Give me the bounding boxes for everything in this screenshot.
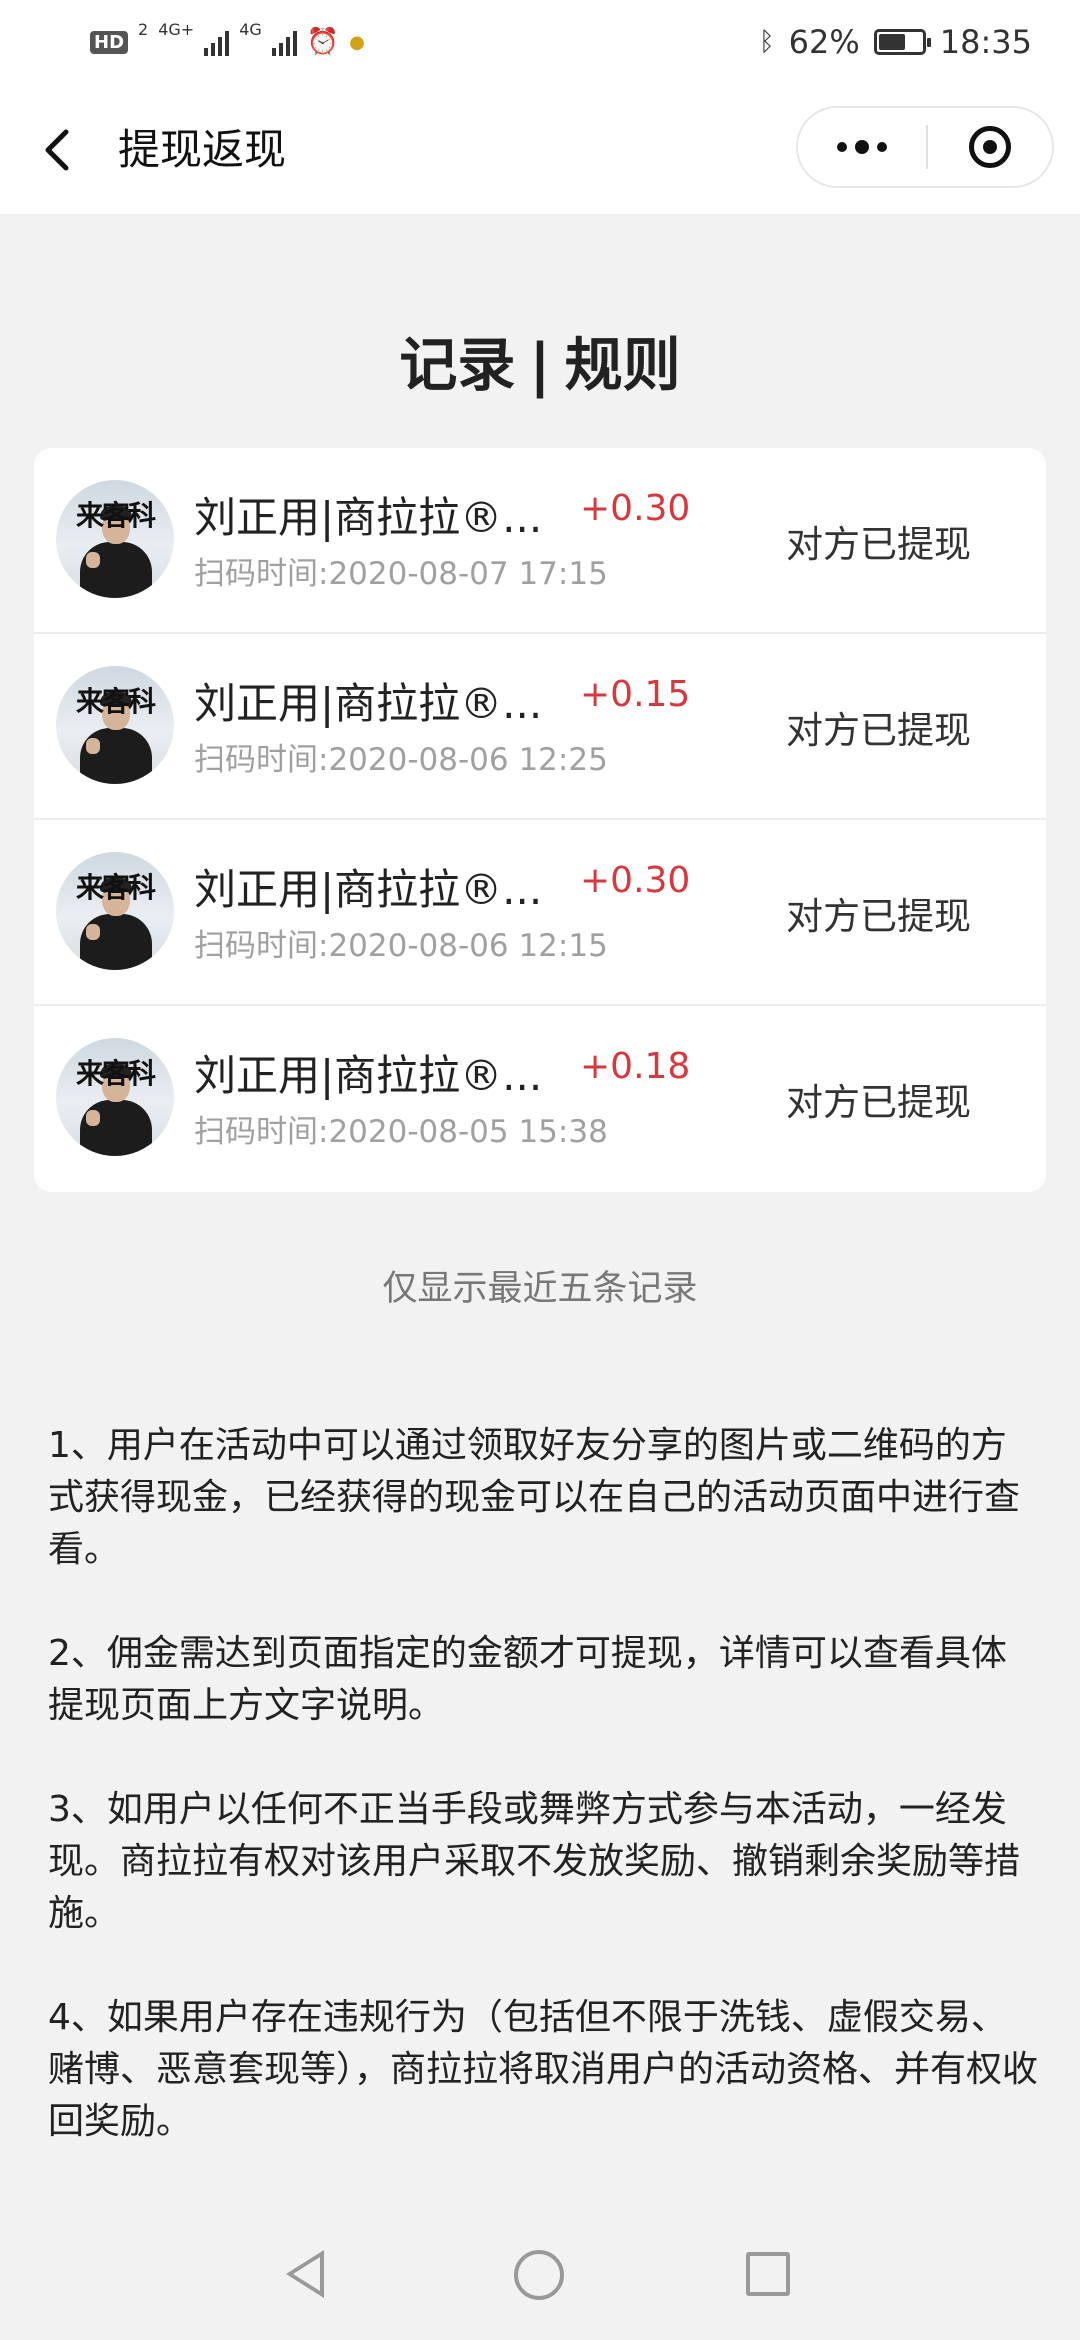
more-dot-center [855, 140, 869, 154]
status-bar: HD 2 4G+ 4G ⏰ ● ᛒ 62% 18:35 [0, 0, 1080, 86]
tab-rules[interactable]: 规则 [565, 331, 681, 399]
record-row[interactable]: 来客科 刘正用|商拉拉®... +0.15 扫码时间:2020-08-06 12… [34, 634, 1046, 820]
record-name: 刘正用|商拉拉®... [194, 493, 543, 542]
rule-item: 1、用户在活动中可以通过领取好友分享的图片或二维码的方式获得现金，已经获得的现金… [48, 1425, 1021, 1570]
record-row[interactable]: 来客科 刘正用|商拉拉®... +0.18 扫码时间:2020-08-05 15… [34, 1006, 1046, 1192]
system-nav-bar [0, 2200, 1080, 2340]
avatar-hand [86, 738, 100, 754]
record-amount: +0.30 [580, 860, 691, 901]
record-name: 刘正用|商拉拉®... [194, 1051, 543, 1100]
record-amount: +0.30 [580, 488, 691, 529]
nav-back-triangle-icon[interactable] [286, 2250, 324, 2298]
avatar-hand [86, 552, 100, 568]
record-row[interactable]: 来客科 刘正用|商拉拉®... +0.30 扫码时间:2020-08-06 12… [34, 820, 1046, 1006]
record-scan-time: 扫码时间:2020-08-06 12:15 [194, 928, 608, 964]
hd-badge: HD [90, 30, 129, 54]
avatar: 来客科 [56, 666, 174, 784]
rules-section: 1、用户在活动中可以通过领取好友分享的图片或二维码的方式获得现金，已经获得的现金… [48, 1420, 1038, 2200]
tab-bar: 记录 | 规则 [0, 318, 1080, 402]
avatar: 来客科 [56, 480, 174, 598]
rule-item: 2、佣金需达到页面指定的金额才可提现，详情可以查看具体提现页面上方文字说明。 [48, 1633, 1007, 1726]
network-1-label: 4G+ [158, 20, 195, 39]
status-left: HD 2 4G+ 4G ⏰ ● [90, 22, 365, 62]
tab-records[interactable]: 记录 [399, 331, 515, 399]
nav-header: 提现返现 [0, 86, 1080, 214]
more-dot-right [877, 142, 887, 152]
notification-app-icon: ● [349, 31, 365, 53]
record-name: 刘正用|商拉拉®... [194, 865, 543, 914]
tab-separator: | [529, 331, 551, 399]
signal-1-icon [204, 28, 230, 56]
network-2-label: 4G [239, 20, 262, 39]
record-status: 对方已提现 [786, 523, 971, 566]
record-row[interactable]: 来客科 刘正用|商拉拉®... +0.30 扫码时间:2020-08-07 17… [34, 448, 1046, 634]
alarm-icon: ⏰ [306, 27, 340, 57]
record-status: 对方已提现 [786, 709, 971, 752]
record-status: 对方已提现 [786, 895, 971, 938]
avatar-logo-text: 来客科 [75, 871, 156, 904]
rule-item: 3、如用户以任何不正当手段或舞弊方式参与本活动，一经发现。商拉拉有权对该用户采取… [48, 1789, 1021, 1934]
record-name: 刘正用|商拉拉®... [194, 679, 543, 728]
nav-recent-square-icon[interactable] [746, 2252, 790, 2296]
target-circle-icon [969, 126, 1011, 168]
status-time: 18:35 [939, 23, 1032, 61]
record-scan-time: 扫码时间:2020-08-07 17:15 [194, 556, 608, 592]
record-scan-time: 扫码时间:2020-08-06 12:25 [194, 742, 608, 778]
record-amount: +0.18 [580, 1046, 691, 1087]
avatar: 来客科 [56, 1038, 174, 1156]
signal-2-icon [271, 28, 297, 56]
avatar-body [80, 914, 152, 970]
avatar-body [80, 728, 152, 784]
record-status: 对方已提现 [786, 1081, 971, 1124]
record-scan-time: 扫码时间:2020-08-05 15:38 [194, 1114, 608, 1150]
close-button[interactable] [928, 108, 1052, 186]
battery-fill [878, 34, 905, 50]
battery-icon [873, 29, 931, 55]
avatar-body [80, 542, 152, 598]
avatar-body [80, 1100, 152, 1156]
record-amount: +0.15 [580, 674, 691, 715]
mini-program-capsule [796, 106, 1054, 188]
battery-percent: 62% [788, 23, 860, 61]
more-button[interactable] [798, 108, 926, 186]
rule-item: 4、如果用户存在违规行为（包括但不限于洗钱、虚假交易、赌博、恶意套现等），商拉拉… [48, 1997, 1039, 2142]
bluetooth-icon: ᛒ [759, 27, 775, 57]
more-dots-icon [837, 142, 847, 152]
avatar-logo-text: 来客科 [75, 499, 156, 532]
avatar-logo-text: 来客科 [75, 1057, 156, 1090]
avatar-logo-text: 来客科 [75, 685, 156, 718]
page-title: 提现返现 [118, 125, 287, 174]
records-limit-notice: 仅显示最近五条记录 [382, 1269, 698, 1309]
records-card: 来客科 刘正用|商拉拉®... +0.30 扫码时间:2020-08-07 17… [34, 448, 1046, 1192]
nav-home-circle-icon[interactable] [514, 2250, 564, 2300]
chevron-left-icon [45, 129, 69, 171]
avatar: 来客科 [56, 852, 174, 970]
avatar-hand [86, 924, 100, 940]
status-right: ᛒ 62% 18:35 [759, 18, 1032, 66]
hd-sub: 2 [138, 20, 149, 39]
back-button[interactable] [38, 122, 78, 178]
avatar-hand [86, 1110, 100, 1126]
